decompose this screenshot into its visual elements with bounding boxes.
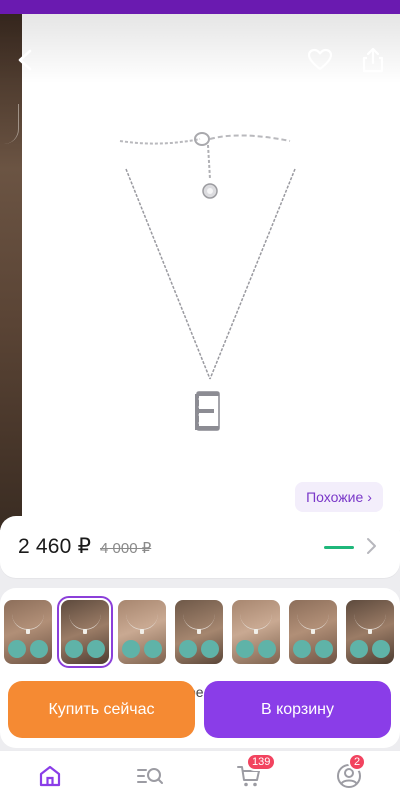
thumbnail[interactable] — [346, 600, 394, 664]
share-icon — [362, 47, 384, 73]
heart-icon — [307, 48, 333, 71]
back-button[interactable] — [8, 42, 44, 78]
chevron-right-icon: › — [367, 489, 372, 505]
nav-cart[interactable]: 139 — [234, 753, 277, 791]
top-shade — [0, 14, 400, 84]
catalog-search-icon — [137, 768, 163, 784]
chevron-right-icon[interactable] — [363, 536, 379, 556]
buy-now-button[interactable]: Купить сейчас — [8, 681, 195, 738]
old-price: 4 000 ₽ — [100, 540, 152, 557]
thumbnail[interactable] — [232, 600, 280, 664]
thumbnail[interactable] — [289, 600, 337, 664]
previous-photo-edge[interactable] — [0, 14, 22, 530]
cart-count-badge: 139 — [246, 753, 277, 771]
thumbnail-selected[interactable] — [57, 596, 113, 668]
similar-products-button[interactable]: Похожие › — [295, 482, 383, 512]
nav-catalog[interactable] — [135, 761, 165, 791]
bottom-navigation: 139 2 — [0, 750, 400, 800]
favorite-button[interactable] — [302, 42, 338, 78]
price-section[interactable]: 2 460 ₽ 4 000 ₽ — [0, 516, 400, 578]
home-icon — [39, 765, 61, 787]
nav-home[interactable] — [35, 761, 65, 791]
product-gallery[interactable]: Похожие › — [0, 14, 400, 530]
thumbnail-strip[interactable] — [4, 596, 394, 668]
profile-notification-badge: 2 — [348, 753, 367, 771]
price-indicator — [324, 546, 354, 549]
add-to-cart-button[interactable]: В корзину — [204, 681, 391, 738]
current-price: 2 460 ₽ — [18, 535, 92, 558]
nav-profile[interactable]: 2 — [334, 753, 367, 791]
similar-label: Похожие — [306, 489, 364, 505]
thumbnail[interactable] — [175, 600, 223, 664]
thumbnail[interactable] — [4, 600, 52, 664]
product-page: Похожие › 2 460 ₽ 4 000 ₽ ре Купить сейч… — [0, 0, 400, 800]
status-bar-strip — [0, 0, 400, 14]
back-arrow-icon — [18, 49, 32, 71]
share-button[interactable] — [355, 42, 391, 78]
thumbnail[interactable] — [118, 600, 166, 664]
necklace-image — [119, 132, 296, 431]
